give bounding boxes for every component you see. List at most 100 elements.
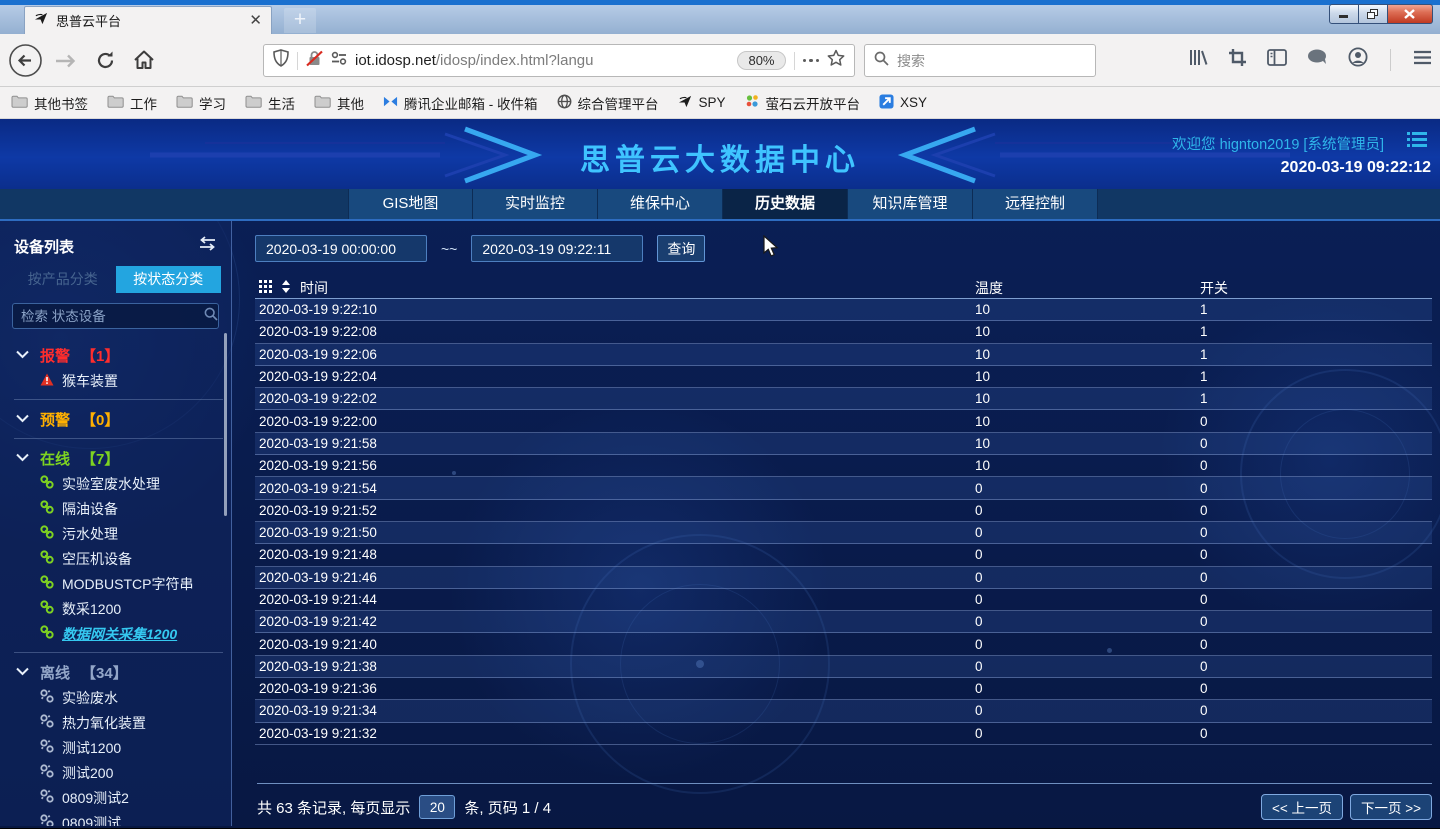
table-row[interactable]: 2020-03-19 9:21:40 0 0 <box>255 633 1432 655</box>
bookmark-link[interactable]: SPY <box>678 94 726 112</box>
library-icon[interactable] <box>1188 48 1208 72</box>
device-item[interactable]: 测试200 <box>0 760 231 785</box>
bookmark-link[interactable]: 综合管理平台 <box>557 93 659 113</box>
nav-tab[interactable]: 维保中心 <box>598 189 723 219</box>
bookmark-folder[interactable]: 生活 <box>245 93 295 113</box>
tab-by-product[interactable]: 按产品分类 <box>10 266 116 293</box>
search-input[interactable] <box>897 53 1086 69</box>
device-item[interactable]: 数采1200 <box>0 596 231 621</box>
column-header-time[interactable]: 时间 <box>300 278 328 298</box>
nav-tab[interactable]: 远程控制 <box>973 189 1098 219</box>
table-row[interactable]: 2020-03-19 9:21:36 0 0 <box>255 678 1432 700</box>
url-bar[interactable]: iot.idosp.net/idosp/index.html?langu 80% <box>263 44 855 77</box>
close-button[interactable] <box>1388 4 1433 24</box>
tab-close-icon[interactable]: ✕ <box>249 13 262 28</box>
table-row[interactable]: 2020-03-19 9:21:56 10 0 <box>255 455 1432 477</box>
column-header-switch[interactable]: 开关 <box>1200 278 1432 298</box>
chat-bubble-icon[interactable] <box>1307 48 1328 71</box>
page-size-input[interactable] <box>419 795 455 819</box>
table-row[interactable]: 2020-03-19 9:21:50 0 0 <box>255 522 1432 544</box>
search-icon[interactable] <box>204 307 218 326</box>
screenshot-icon[interactable] <box>1228 48 1247 72</box>
sidebar-group-warning[interactable]: 预警 【0】 <box>0 406 231 432</box>
zoom-level-badge[interactable]: 80% <box>737 51 785 70</box>
table-row[interactable]: 2020-03-19 9:21:58 10 0 <box>255 433 1432 455</box>
sidebar-scrollbar[interactable] <box>224 333 227 516</box>
bookmark-folder[interactable]: 其他 <box>314 93 364 113</box>
table-row[interactable]: 2020-03-19 9:21:38 0 0 <box>255 656 1432 678</box>
prev-page-button[interactable]: << 上一页 <box>1261 794 1343 820</box>
insecure-lock-icon[interactable] <box>306 50 323 72</box>
restore-button[interactable] <box>1359 4 1388 24</box>
table-row[interactable]: 2020-03-19 9:22:08 10 1 <box>255 321 1432 343</box>
table-row[interactable]: 2020-03-19 9:21:32 0 0 <box>255 723 1432 745</box>
device-item[interactable]: 0809测试 <box>0 810 231 826</box>
device-search[interactable] <box>12 303 219 329</box>
end-datetime-input[interactable] <box>471 235 643 262</box>
table-row[interactable]: 2020-03-19 9:22:10 10 1 <box>255 299 1432 321</box>
query-button[interactable]: 查询 <box>657 235 705 262</box>
home-icon[interactable] <box>133 49 155 76</box>
bookmark-link[interactable]: XSY <box>879 94 927 112</box>
back-button[interactable] <box>8 43 43 83</box>
reload-icon[interactable] <box>95 50 116 76</box>
account-icon[interactable] <box>1348 47 1368 72</box>
next-page-button[interactable]: 下一页 >> <box>1350 794 1432 820</box>
forward-button[interactable] <box>54 51 78 76</box>
table-row[interactable]: 2020-03-19 9:21:54 0 0 <box>255 477 1432 499</box>
collapse-swap-icon[interactable] <box>198 236 217 256</box>
chevron-down-icon[interactable] <box>16 449 29 467</box>
table-row[interactable]: 2020-03-19 9:21:52 0 0 <box>255 500 1432 522</box>
page-actions-icon[interactable] <box>803 59 820 63</box>
bookmark-link[interactable]: 腾讯企业邮箱 - 收件箱 <box>383 93 538 113</box>
nav-tab[interactable]: 实时监控 <box>473 189 598 219</box>
bookmark-folder[interactable]: 其他书签 <box>11 93 88 113</box>
url-text[interactable]: iot.idosp.net/idosp/index.html?langu <box>355 52 729 69</box>
device-item[interactable]: 测试1200 <box>0 735 231 760</box>
start-datetime-input[interactable] <box>255 235 427 262</box>
nav-tab[interactable]: 知识库管理 <box>848 189 973 219</box>
tab-by-status[interactable]: 按状态分类 <box>116 266 222 293</box>
bookmark-folder[interactable]: 工作 <box>107 93 157 113</box>
chevron-down-icon[interactable] <box>16 346 29 364</box>
device-item[interactable]: MODBUSTCP字符串 <box>0 571 231 596</box>
table-row[interactable]: 2020-03-19 9:22:00 10 0 <box>255 410 1432 432</box>
hamburger-menu-icon[interactable] <box>1413 50 1432 70</box>
table-row[interactable]: 2020-03-19 9:22:04 10 1 <box>255 366 1432 388</box>
minimize-button[interactable] <box>1329 4 1359 24</box>
table-row[interactable]: 2020-03-19 9:22:02 10 1 <box>255 388 1432 410</box>
device-item-selected[interactable]: 数据网关采集1200 <box>0 621 231 646</box>
bookmark-star-icon[interactable] <box>827 49 845 72</box>
device-item[interactable]: 污水处理 <box>0 521 231 546</box>
sidebar-group-online[interactable]: 在线 【7】 <box>0 445 231 471</box>
sidebar-group-alarm[interactable]: 报警 【1】 <box>0 342 231 368</box>
bookmark-link[interactable]: 萤石云开放平台 <box>745 93 861 113</box>
sidebar-group-offline[interactable]: 离线 【34】 <box>0 659 231 685</box>
permissions-icon[interactable] <box>331 51 347 70</box>
nav-tab[interactable]: 历史数据 <box>723 189 848 219</box>
device-search-input[interactable] <box>21 309 198 324</box>
header-menu-icon[interactable] <box>1407 131 1427 153</box>
device-item[interactable]: 空压机设备 <box>0 546 231 571</box>
shield-icon[interactable] <box>273 49 289 72</box>
bookmark-folder[interactable]: 学习 <box>176 93 226 113</box>
sidebar-toggle-icon[interactable] <box>1267 49 1287 71</box>
chevron-down-icon[interactable] <box>16 663 29 681</box>
nav-tab[interactable]: GIS地图 <box>348 189 473 219</box>
new-tab-button[interactable]: + <box>284 8 316 33</box>
device-item[interactable]: 实验室废水处理 <box>0 471 231 496</box>
browser-tab[interactable]: 思普云平台 ✕ <box>24 6 272 34</box>
device-item[interactable]: 隔油设备 <box>0 496 231 521</box>
device-item[interactable]: 实验废水 <box>0 685 231 710</box>
table-row[interactable]: 2020-03-19 9:21:34 0 0 <box>255 700 1432 722</box>
table-row[interactable]: 2020-03-19 9:21:44 0 0 <box>255 589 1432 611</box>
device-item[interactable]: 猴车装置 <box>0 368 231 393</box>
chevron-down-icon[interactable] <box>16 410 29 428</box>
table-row[interactable]: 2020-03-19 9:21:48 0 0 <box>255 544 1432 566</box>
sort-icon[interactable] <box>281 280 291 296</box>
table-row[interactable]: 2020-03-19 9:21:42 0 0 <box>255 611 1432 633</box>
browser-search[interactable] <box>864 44 1096 77</box>
table-row[interactable]: 2020-03-19 9:22:06 10 1 <box>255 344 1432 366</box>
device-item[interactable]: 0809测试2 <box>0 785 231 810</box>
grid-icon[interactable] <box>259 280 272 296</box>
